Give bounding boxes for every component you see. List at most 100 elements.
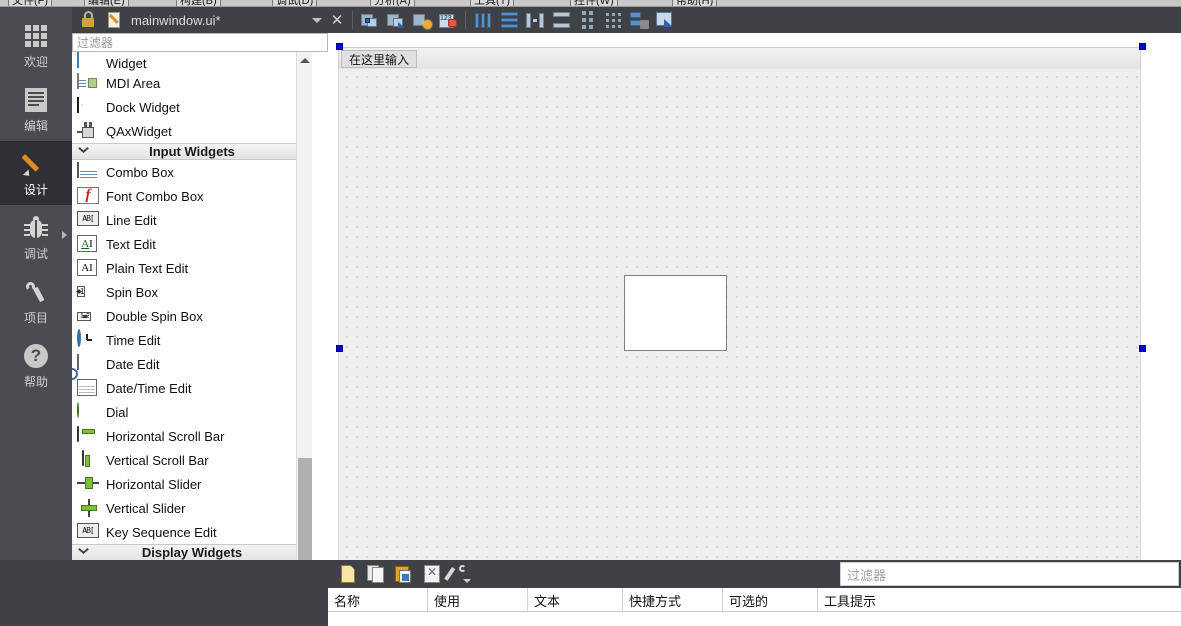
list-item-label: Double Spin Box	[106, 308, 203, 324]
list-item-label: QAxWidget	[106, 123, 172, 139]
action-filter-placeholder: 过滤器	[847, 567, 887, 583]
list-item[interactable]: Horizontal Slider	[72, 472, 312, 496]
form-window[interactable]: 在这里输入	[334, 38, 1146, 563]
selection-handle-top-left[interactable]	[336, 43, 343, 50]
list-item[interactable]: 1.2 Double Spin Box	[72, 304, 312, 328]
sidebar-item-help[interactable]: ? 帮助	[0, 333, 72, 397]
edit-tab-order-mode-button[interactable]: 123	[436, 8, 460, 32]
list-item[interactable]: Horizontal Scroll Bar	[72, 424, 312, 448]
open-documents-combo[interactable]: mainwindow.ui*	[72, 7, 322, 33]
category-display-widgets[interactable]: Display Widgets	[72, 544, 312, 561]
menu-item-build[interactable]: 构建(B)	[176, 0, 221, 6]
menu-item-file[interactable]: 文件(F)	[8, 0, 53, 6]
action-editor-filter[interactable]: 过滤器	[840, 562, 1179, 586]
menu-type-here-placeholder[interactable]: 在这里输入	[341, 50, 418, 68]
edit-signals-slots-mode-button[interactable]	[384, 8, 408, 32]
menu-item-edit[interactable]: 编辑(E)	[84, 0, 129, 6]
close-document-button[interactable]: ✕	[326, 7, 348, 33]
widget-icon	[77, 52, 99, 71]
list-item[interactable]: AI Text Edit	[72, 232, 312, 256]
sidebar-item-edit[interactable]: 编辑	[0, 77, 72, 141]
list-item-label: Widget	[106, 56, 147, 71]
copy-action-button[interactable]	[362, 561, 390, 587]
chevron-down-icon[interactable]	[312, 17, 322, 23]
menu-item-debug[interactable]: 调试(D)	[272, 0, 318, 6]
grid-icon	[25, 21, 47, 51]
widget-box-panel: 过滤器 Widget MDI Area Dock Widget QAxWidge…	[72, 33, 328, 626]
list-item[interactable]: Widget	[72, 52, 312, 71]
column-header-text[interactable]: 文本	[528, 588, 623, 612]
configure-action-button[interactable]	[444, 561, 474, 587]
edit-buddies-mode-button[interactable]	[410, 8, 434, 32]
list-item-label: Plain Text Edit	[106, 260, 189, 276]
list-item[interactable]: Vertical Scroll Bar	[72, 448, 312, 472]
list-item[interactable]: 1 Spin Box	[72, 280, 312, 304]
list-item[interactable]: AB[ Key Sequence Edit	[72, 520, 312, 544]
widget-box-filter[interactable]: 过滤器	[72, 33, 328, 52]
layout-vertically-button[interactable]	[497, 8, 521, 32]
mdi-area-icon	[77, 73, 99, 92]
vertical-slider-icon	[77, 499, 99, 517]
action-editor-toolbar: 过滤器	[328, 560, 1181, 588]
sidebar-item-projects[interactable]: 项目	[0, 269, 72, 333]
list-item[interactable]: f Font Combo Box	[72, 184, 312, 208]
selection-handle-mid-right[interactable]	[1139, 345, 1146, 352]
sidebar-item-welcome[interactable]: 欢迎	[0, 13, 72, 77]
edit-buddies-icon	[413, 12, 432, 29]
list-item[interactable]: AB[ Line Edit	[72, 208, 312, 232]
time-edit-icon	[77, 329, 99, 349]
column-header-shortcut[interactable]: 快捷方式	[623, 588, 723, 612]
sidebar-item-debug[interactable]: 调试	[0, 205, 72, 269]
unlocked-padlock-icon[interactable]	[80, 10, 100, 30]
list-item[interactable]: Vertical Slider	[72, 496, 312, 520]
form-menu-bar[interactable]: 在这里输入	[338, 47, 1141, 69]
list-item-label: Vertical Scroll Bar	[106, 452, 209, 468]
selection-handle-mid-left[interactable]	[336, 345, 343, 352]
key-sequence-edit-icon: AB[	[77, 523, 99, 541]
toolbar-separator	[465, 11, 466, 29]
layout-form-button[interactable]	[575, 8, 599, 32]
category-input-widgets[interactable]: Input Widgets	[72, 143, 312, 160]
form-editor-canvas[interactable]: 在这里输入	[328, 33, 1181, 563]
list-item[interactable]: Date Edit	[72, 352, 312, 376]
layout-splitter-vertical-button[interactable]	[549, 8, 573, 32]
menu-item-widgets[interactable]: 控件(W)	[570, 0, 618, 6]
column-header-tooltip[interactable]: 工具提示	[818, 588, 1181, 612]
layout-grid-button[interactable]	[601, 8, 625, 32]
selection-handle-top-right[interactable]	[1139, 43, 1146, 50]
layout-horizontally-button[interactable]	[471, 8, 495, 32]
list-item[interactable]: Time Edit	[72, 328, 312, 352]
sidebar-item-design[interactable]: 设计	[0, 141, 72, 205]
layout-splitter-horizontal-button[interactable]	[523, 8, 547, 32]
adjust-size-button[interactable]	[653, 8, 677, 32]
paste-action-button[interactable]	[390, 561, 418, 587]
new-action-button[interactable]	[334, 561, 362, 587]
list-item[interactable]: AI Plain Text Edit	[72, 256, 312, 280]
current-filename: mainwindow.ui*	[131, 12, 221, 28]
list-item[interactable]: Date/Time Edit	[72, 368, 312, 400]
delete-action-button[interactable]	[418, 561, 446, 587]
menu-item-analyze[interactable]: 分析(A)	[370, 0, 415, 6]
break-layout-button[interactable]	[627, 8, 651, 32]
action-editor-table[interactable]: 名称 使用 文本 快捷方式 可选的 工具提示	[328, 588, 1181, 626]
paste-icon	[395, 565, 413, 583]
edit-widgets-mode-button[interactable]	[358, 8, 382, 32]
list-item[interactable]: Dial	[72, 400, 312, 424]
column-header-checkable[interactable]: 可选的	[723, 588, 818, 612]
menu-item-help[interactable]: 帮助(H)	[672, 0, 718, 6]
form-central-widget[interactable]	[338, 69, 1141, 563]
text-edit-widget[interactable]	[624, 275, 727, 351]
list-item[interactable]: MDI Area	[72, 71, 312, 95]
list-item[interactable]: Dock Widget	[72, 95, 312, 119]
application-menu-bar[interactable]: 文件(F) 编辑(E) 构建(B) 调试(D) 分析(A) 工具(T) 控件(W…	[0, 0, 1181, 7]
list-item[interactable]: QAxWidget	[72, 119, 312, 143]
dial-icon	[77, 402, 99, 421]
column-header-name[interactable]: 名称	[328, 588, 428, 612]
chevron-up-icon[interactable]	[297, 52, 313, 68]
list-item[interactable]: Combo Box	[72, 160, 312, 184]
widget-box-list[interactable]: Widget MDI Area Dock Widget QAxWidget In…	[72, 52, 312, 626]
widget-box-scrollbar[interactable]	[296, 52, 312, 626]
list-item-label: Key Sequence Edit	[106, 524, 217, 540]
menu-item-tools[interactable]: 工具(T)	[470, 0, 515, 6]
column-header-used[interactable]: 使用	[428, 588, 528, 612]
